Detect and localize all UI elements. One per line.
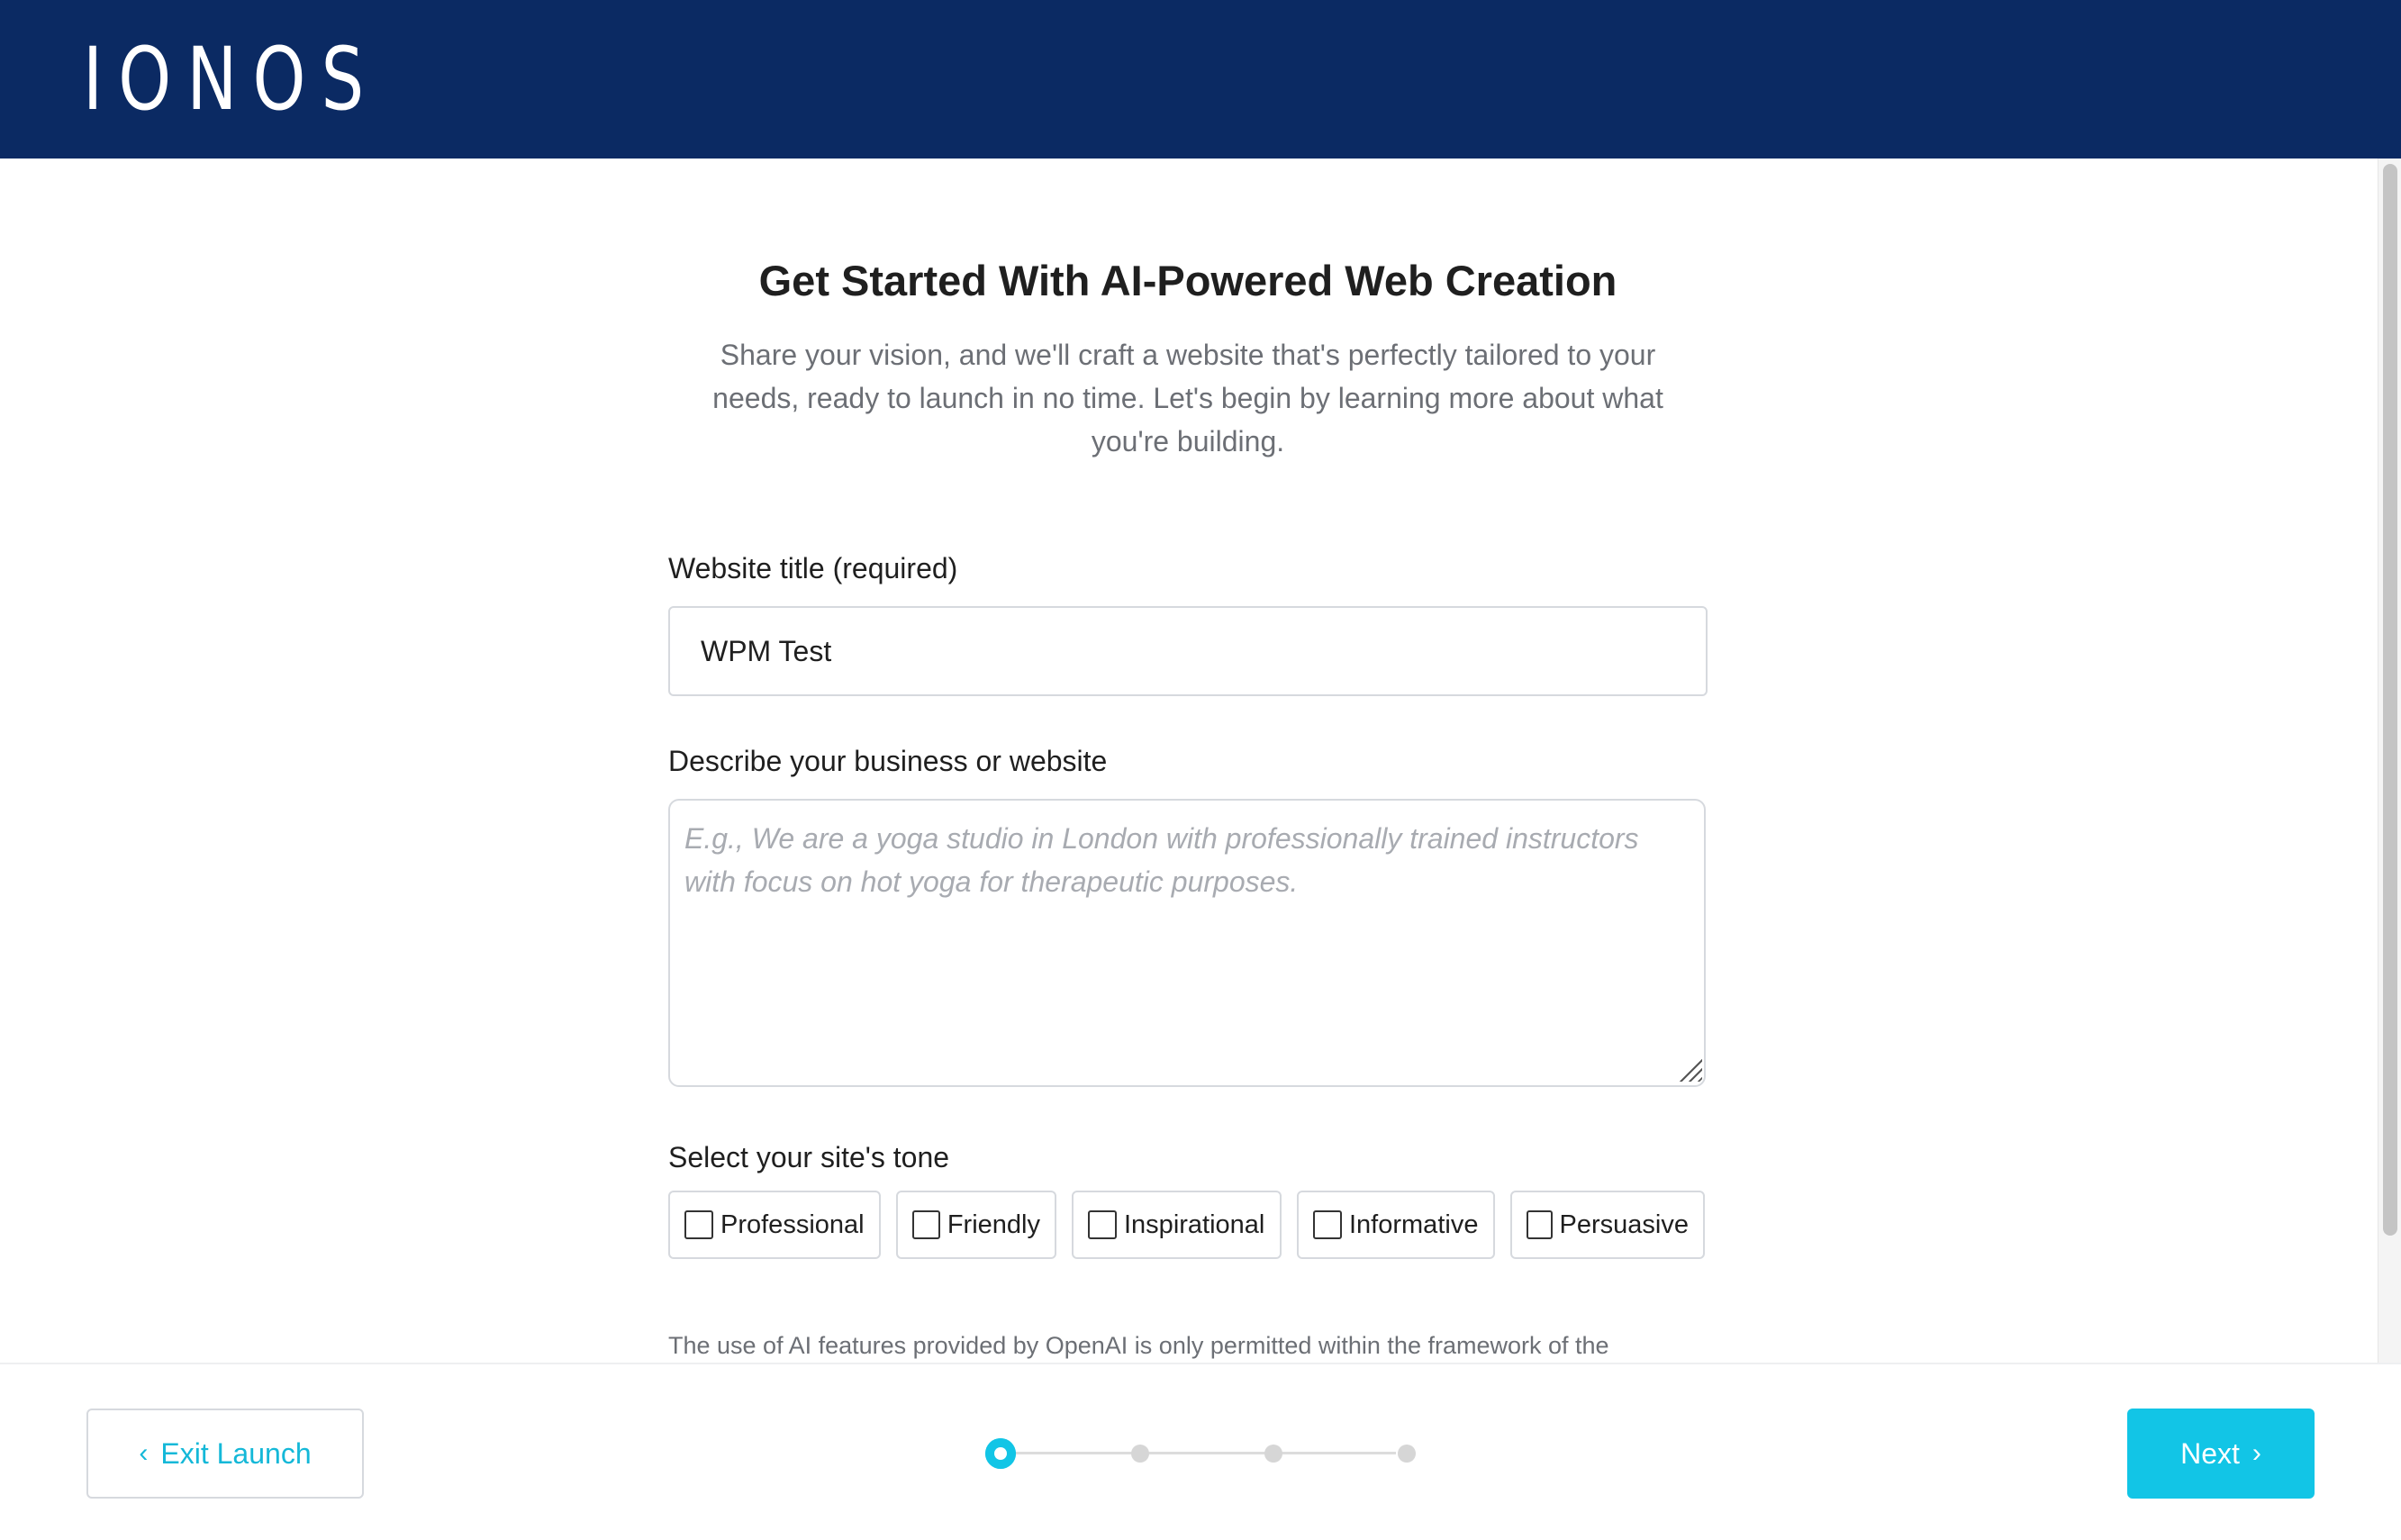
tone-option-professional[interactable]: Professional: [668, 1191, 881, 1259]
checkbox-icon[interactable]: [684, 1210, 713, 1239]
ai-disclaimer-text: The use of AI features provided by OpenA…: [668, 1332, 1609, 1359]
description-label: Describe your business or website: [668, 745, 1108, 777]
step-dot-2: [1131, 1445, 1149, 1463]
footer-bar: ‹ Exit Launch Next ›: [0, 1363, 2401, 1540]
step-dot-1: [985, 1438, 1016, 1469]
checkbox-icon[interactable]: [912, 1210, 940, 1239]
tone-option-persuasive[interactable]: Persuasive: [1510, 1191, 1705, 1259]
main-scroll-area[interactable]: Get Started With AI-Powered Web Creation…: [0, 159, 2401, 1363]
tone-option-informative[interactable]: Informative: [1297, 1191, 1495, 1259]
tone-label: Select your site's tone: [668, 1141, 950, 1173]
scrollbar-thumb[interactable]: [2383, 164, 2397, 1236]
tone-option-label: Inspirational: [1124, 1209, 1265, 1239]
website-title-input[interactable]: [668, 606, 1708, 696]
tone-option-label: Informative: [1349, 1209, 1479, 1239]
checkbox-icon[interactable]: [1527, 1210, 1553, 1239]
tone-option-label: Professional: [720, 1209, 865, 1239]
description-textarea[interactable]: [668, 799, 1706, 1087]
page-title: Get Started With AI-Powered Web Creation: [758, 257, 1617, 304]
ionos-logo[interactable]: IONOS: [83, 36, 379, 122]
tone-option-label: Persuasive: [1559, 1209, 1689, 1239]
website-title-label: Website title (required): [668, 552, 958, 584]
next-button[interactable]: Next ›: [2127, 1409, 2315, 1499]
tone-option-inspirational[interactable]: Inspirational: [1072, 1191, 1282, 1259]
chevron-right-icon: ›: [2252, 1438, 2261, 1468]
chevron-left-icon: ‹: [139, 1438, 149, 1468]
page-subtitle: Share your vision, and we'll craft a web…: [712, 339, 1663, 457]
next-label: Next: [2180, 1436, 2240, 1470]
top-header-bar: IONOS: [0, 0, 2401, 159]
stepper-line: [1000, 1452, 1396, 1454]
checkbox-icon[interactable]: [1313, 1210, 1342, 1239]
step-dot-4: [1398, 1445, 1416, 1463]
tone-option-friendly[interactable]: Friendly: [896, 1191, 1056, 1259]
exit-launch-button[interactable]: ‹ Exit Launch: [86, 1409, 364, 1499]
tone-option-label: Friendly: [947, 1209, 1040, 1239]
step-dot-3: [1264, 1445, 1282, 1463]
exit-launch-label: Exit Launch: [160, 1436, 312, 1470]
tone-options: Professional Friendly Inspirational Info…: [668, 1191, 1705, 1259]
progress-stepper: [985, 1438, 1418, 1469]
checkbox-icon[interactable]: [1088, 1210, 1117, 1239]
